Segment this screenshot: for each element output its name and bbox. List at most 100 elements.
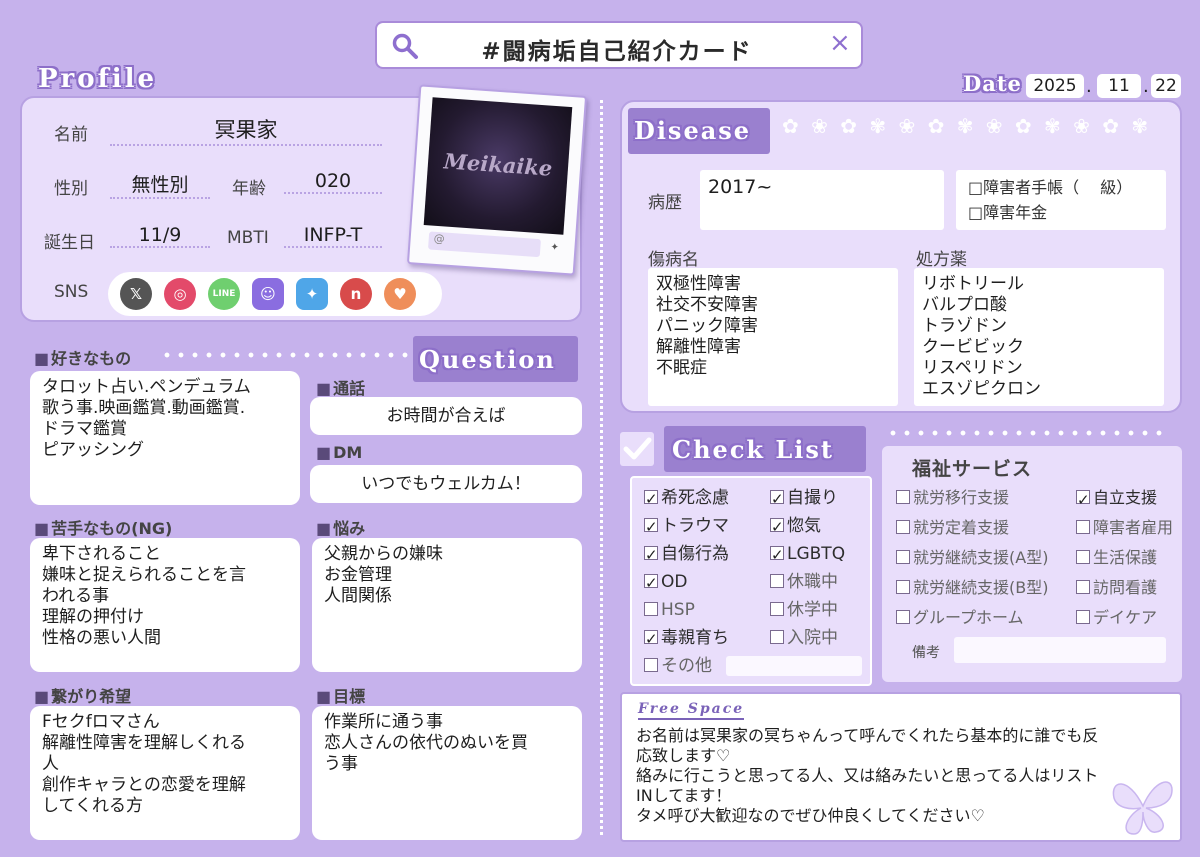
freespace-heading: Free Space xyxy=(638,701,745,720)
notes-input[interactable] xyxy=(954,637,1166,663)
check-item-trauma[interactable]: トラウマ xyxy=(644,512,764,541)
checkbox-checked[interactable] xyxy=(644,513,658,541)
date-month[interactable]: 11 xyxy=(1097,74,1141,98)
check-item-suicidal[interactable]: 希死念慮 xyxy=(644,484,764,513)
freespace-panel: Free Space お名前は冥果家の冥ちゃんって呼んでくれたら基本的に誰でも反… xyxy=(620,692,1182,842)
welfare-item[interactable]: 就労移行支援 xyxy=(896,483,1048,513)
welfare-item[interactable]: デイケア xyxy=(1076,603,1173,633)
likes-title: 好きなもの xyxy=(34,345,131,369)
checkbox-checked[interactable] xyxy=(644,541,658,569)
welfare-item[interactable]: 就労定着支援 xyxy=(896,513,1048,543)
date-day[interactable]: 22 xyxy=(1151,74,1181,98)
checkbox-unchecked[interactable] xyxy=(1076,520,1090,534)
dm-title: DM xyxy=(316,443,362,462)
welfare-heading: 福祉サービス xyxy=(911,458,1032,480)
welfare-right-column: 自立支援 障害者雇用 生活保護 訪問看護 デイケア xyxy=(1076,483,1173,633)
checkbox-checked[interactable] xyxy=(770,513,784,541)
sns-label: SNS xyxy=(54,282,89,302)
history-value: 2017~ xyxy=(708,176,773,198)
mbti-label: MBTI xyxy=(227,228,269,248)
checklist-check-icon xyxy=(620,432,654,466)
welfare-item[interactable]: グループホーム xyxy=(896,603,1048,633)
checkbox-unchecked[interactable] xyxy=(896,610,910,624)
age-value: 020 xyxy=(284,170,382,194)
checkbox-unchecked[interactable] xyxy=(770,602,784,616)
welfare-item[interactable]: 自立支援 xyxy=(1076,483,1173,515)
instagram-icon[interactable]: ◎ xyxy=(164,278,196,310)
checkbox-unchecked[interactable] xyxy=(896,550,910,564)
welfare-panel: 福祉サービス 就労移行支援 就労定着支援 就労継続支援(A型) 就労継続支援(B… xyxy=(882,446,1182,682)
flower-decoration: ✿ ❀ ✿ ✾ ❀ ✿ ✾ ❀ ✿ ✾ ❀ ✿ ✾ xyxy=(782,114,1152,138)
checkbox-unchecked[interactable] xyxy=(1076,550,1090,564)
welfare-item[interactable]: 生活保護 xyxy=(1076,543,1173,573)
welfare-item[interactable]: 障害者雇用 xyxy=(1076,513,1173,543)
welfare-item[interactable]: 就労継続支援(B型) xyxy=(896,573,1048,603)
checkbox-unchecked[interactable] xyxy=(770,574,784,588)
date-label: Date xyxy=(963,71,1022,96)
checklist-heading: Check List xyxy=(672,435,835,464)
discord-icon[interactable]: ☺ xyxy=(252,278,284,310)
call-value: お時間が合えば xyxy=(386,406,506,426)
check-item-od[interactable]: OD xyxy=(644,568,764,597)
dm-value: いつでもウェルカム！ xyxy=(361,474,531,494)
notes-label: 備考 xyxy=(912,645,940,661)
photo-handle-field[interactable]: @ xyxy=(427,231,541,258)
close-icon[interactable]: × xyxy=(829,28,851,58)
goals-title: 目標 xyxy=(316,683,365,707)
search-bar[interactable]: #闘病垢自己紹介カード × xyxy=(375,21,863,69)
meds-box: リボトリール バルプロ酸 トラゾドン クービビック リスペリドン エスゾピクロン xyxy=(914,268,1164,406)
date-separator: . xyxy=(1086,76,1092,97)
dislikes-box: 卑下されること 嫌味と捉えられることを言 われる事 理解の押付け 性格の悪い人間 xyxy=(30,538,300,672)
checkbox-checked[interactable] xyxy=(644,485,658,513)
heart-app-icon[interactable]: ♥ xyxy=(384,278,416,310)
checkbox-unchecked[interactable] xyxy=(644,658,658,672)
date-year[interactable]: 2025 xyxy=(1026,74,1084,98)
checkbox-unchecked[interactable] xyxy=(1076,580,1090,594)
check-item-selfharm[interactable]: 自傷行為 xyxy=(644,540,764,569)
meds-label: 処方薬 xyxy=(916,250,967,270)
photo-handle: @ xyxy=(433,231,446,246)
checkbox-checked[interactable] xyxy=(644,569,658,597)
profile-photo-frame[interactable]: Meikaike @ ✦ xyxy=(406,84,588,276)
welfare-item[interactable]: 就労継続支援(A型) xyxy=(896,543,1048,573)
profile-photo: Meikaike xyxy=(423,97,573,235)
checkbox-unchecked[interactable] xyxy=(896,490,910,504)
checkbox-unchecked[interactable] xyxy=(896,520,910,534)
photo-logo: Meikaike xyxy=(443,148,554,181)
checkbox-unchecked[interactable] xyxy=(644,602,658,616)
checkbox-checked[interactable] xyxy=(644,625,658,653)
dislikes-title: 苦手なもの(NG) xyxy=(34,515,172,539)
check-item-noroke[interactable]: 惚気 xyxy=(770,512,870,541)
check-item-leave-work[interactable]: 休職中 xyxy=(770,568,870,596)
disability-pension-check[interactable]: □障害年金 xyxy=(968,200,1154,225)
checkbox-checked[interactable] xyxy=(770,485,784,513)
search-title: #闘病垢自己紹介カード xyxy=(481,39,753,65)
line-icon[interactable]: LINE xyxy=(208,278,240,310)
welfare-item[interactable]: 訪問看護 xyxy=(1076,573,1173,603)
check-item-lgbtq[interactable]: LGBTQ xyxy=(770,540,870,569)
check-item-leave-school[interactable]: 休学中 xyxy=(770,596,870,624)
profile-heading: Profile xyxy=(38,64,158,94)
disease-heading: Disease xyxy=(634,116,752,145)
column-divider xyxy=(600,100,603,835)
niconico-icon[interactable]: n xyxy=(340,278,372,310)
bluesky-icon[interactable]: ✦ xyxy=(296,278,328,310)
disability-certificate-check[interactable]: □障害者手帳（ 級） xyxy=(968,175,1154,200)
check-item-toxic-parents[interactable]: 毒親育ち xyxy=(644,624,764,653)
sns-icon-bar: 𝕏 ◎ LINE ☺ ✦ n ♥ xyxy=(108,272,442,316)
history-box: 2017~ xyxy=(700,170,944,230)
other-input[interactable] xyxy=(726,656,862,676)
check-item-selfie[interactable]: 自撮り xyxy=(770,484,870,513)
checkbox-unchecked[interactable] xyxy=(1076,610,1090,624)
x-icon[interactable]: 𝕏 xyxy=(120,278,152,310)
gender-value: 無性別 xyxy=(110,170,210,199)
freespace-text: お名前は冥果家の冥ちゃんって呼んでくれたら基本的に誰でも反 応致します♡ 絡みに… xyxy=(636,726,1099,825)
checkbox-unchecked[interactable] xyxy=(896,580,910,594)
checkbox-unchecked[interactable] xyxy=(770,630,784,644)
check-item-hospitalized[interactable]: 入院中 xyxy=(770,624,870,652)
checkbox-checked[interactable] xyxy=(770,541,784,569)
call-box: お時間が合えば xyxy=(310,397,582,435)
check-item-hsp[interactable]: HSP xyxy=(644,596,764,624)
checkbox-checked[interactable] xyxy=(1076,485,1090,515)
worries-box: 父親からの嫌味 お金管理 人間関係 xyxy=(312,538,582,672)
